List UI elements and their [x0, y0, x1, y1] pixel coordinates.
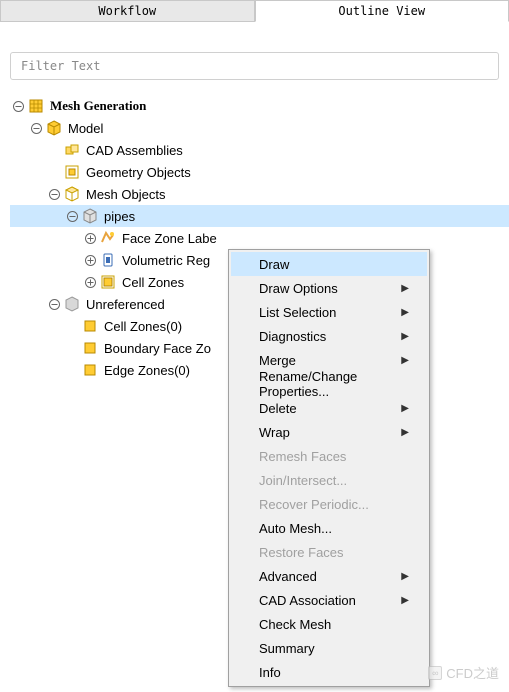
submenu-arrow-icon: ▶ — [401, 571, 409, 582]
tab-outline-view[interactable]: Outline View — [255, 0, 509, 22]
menu-item-auto-mesh[interactable]: Auto Mesh... — [231, 516, 427, 540]
tree-label: Geometry Objects — [84, 165, 193, 180]
menu-item-join-intersect: Join/Intersect... — [231, 468, 427, 492]
tree-label: Unreferenced — [84, 297, 167, 312]
menu-item-summary[interactable]: Summary — [231, 636, 427, 660]
tree-label: CAD Assemblies — [84, 143, 185, 158]
menu-item-list-selection[interactable]: List Selection ▶ — [231, 300, 427, 324]
tree-label: Mesh Objects — [84, 187, 167, 202]
menu-item-label: CAD Association — [259, 593, 356, 608]
menu-item-label: Summary — [259, 641, 315, 656]
model-icon — [46, 120, 62, 136]
collapse-icon[interactable] — [46, 296, 62, 312]
tree-label: pipes — [102, 209, 137, 224]
menu-item-label: Draw — [259, 257, 289, 272]
collapse-icon[interactable] — [10, 98, 26, 114]
tree-label: Cell Zones — [120, 275, 186, 290]
menu-item-label: Restore Faces — [259, 545, 344, 560]
tree-row-cad-assemblies[interactable]: CAD Assemblies — [10, 139, 509, 161]
menu-item-label: Join/Intersect... — [259, 473, 347, 488]
geometry-objects-icon — [64, 164, 80, 180]
menu-item-draw[interactable]: Draw — [231, 252, 427, 276]
tree-row-mesh-objects[interactable]: Mesh Objects — [10, 183, 509, 205]
submenu-arrow-icon: ▶ — [401, 355, 409, 366]
cad-assemblies-icon — [64, 142, 80, 158]
tree-row-face-zone-labels[interactable]: Face Zone Labe — [10, 227, 509, 249]
watermark-text: CFD之道 — [446, 663, 499, 682]
zone-icon — [82, 318, 98, 334]
tree-row-mesh-generation[interactable]: Mesh Generation — [10, 95, 509, 117]
submenu-arrow-icon: ▶ — [401, 427, 409, 438]
menu-item-label: Info — [259, 665, 281, 680]
mesh-objects-icon — [64, 186, 80, 202]
tab-workflow[interactable]: Workflow — [0, 0, 255, 21]
expand-icon[interactable] — [82, 230, 98, 246]
menu-item-label: Check Mesh — [259, 617, 331, 632]
menu-item-label: Auto Mesh... — [259, 521, 332, 536]
tree-label: Mesh Generation — [48, 98, 148, 114]
context-menu: DrawDraw Options▶List Selection▶Diagnost… — [228, 249, 430, 687]
tree-row-model[interactable]: Model — [10, 117, 509, 139]
mesh-generation-icon — [28, 98, 44, 114]
menu-item-remesh-faces: Remesh Faces — [231, 444, 427, 468]
tree-label: Cell Zones(0) — [102, 319, 184, 334]
tab-bar: Workflow Outline View — [0, 0, 509, 22]
submenu-arrow-icon: ▶ — [401, 283, 409, 294]
menu-item-label: Draw Options — [259, 281, 338, 296]
collapse-icon[interactable] — [46, 186, 62, 202]
menu-item-cad-association[interactable]: CAD Association ▶ — [231, 588, 427, 612]
menu-item-draw-options[interactable]: Draw Options ▶ — [231, 276, 427, 300]
menu-item-label: Remesh Faces — [259, 449, 346, 464]
menu-item-recover-periodic: Recover Periodic... — [231, 492, 427, 516]
menu-item-label: List Selection — [259, 305, 336, 320]
zone-icon — [82, 340, 98, 356]
tree-label: Boundary Face Zo — [102, 341, 213, 356]
tree-label: Model — [66, 121, 105, 136]
tree-row-geometry-objects[interactable]: Geometry Objects — [10, 161, 509, 183]
collapse-icon[interactable] — [28, 120, 44, 136]
watermark-icon: ∞ — [428, 666, 442, 680]
menu-item-label: Delete — [259, 401, 297, 416]
cell-zones-icon — [100, 274, 116, 290]
tree-row-pipes[interactable]: pipes — [10, 205, 509, 227]
menu-item-label: Advanced — [259, 569, 317, 584]
zone-icon — [82, 362, 98, 378]
menu-item-label: Diagnostics — [259, 329, 326, 344]
volumetric-icon — [100, 252, 116, 268]
tree-label: Volumetric Reg — [120, 253, 212, 268]
submenu-arrow-icon: ▶ — [401, 403, 409, 414]
menu-item-advanced[interactable]: Advanced ▶ — [231, 564, 427, 588]
tree-label: Face Zone Labe — [120, 231, 219, 246]
menu-item-label: Rename/Change Properties... — [259, 369, 409, 399]
face-zone-icon — [100, 230, 116, 246]
menu-item-delete[interactable]: Delete ▶ — [231, 396, 427, 420]
submenu-arrow-icon: ▶ — [401, 595, 409, 606]
tree-label: Edge Zones(0) — [102, 363, 192, 378]
menu-item-info[interactable]: Info — [231, 660, 427, 684]
collapse-icon[interactable] — [64, 208, 80, 224]
menu-item-label: Wrap — [259, 425, 290, 440]
submenu-arrow-icon: ▶ — [401, 307, 409, 318]
expand-icon[interactable] — [82, 274, 98, 290]
menu-item-rename-change-properties[interactable]: Rename/Change Properties... — [231, 372, 427, 396]
menu-item-diagnostics[interactable]: Diagnostics ▶ — [231, 324, 427, 348]
menu-item-label: Merge — [259, 353, 296, 368]
pipes-icon — [82, 208, 98, 224]
submenu-arrow-icon: ▶ — [401, 331, 409, 342]
menu-item-wrap[interactable]: Wrap ▶ — [231, 420, 427, 444]
filter-input[interactable]: Filter Text — [10, 52, 499, 80]
menu-item-label: Recover Periodic... — [259, 497, 369, 512]
menu-item-restore-faces: Restore Faces — [231, 540, 427, 564]
unreferenced-icon — [64, 296, 80, 312]
expand-icon[interactable] — [82, 252, 98, 268]
menu-item-check-mesh[interactable]: Check Mesh — [231, 612, 427, 636]
watermark: ∞ CFD之道 — [428, 663, 499, 682]
